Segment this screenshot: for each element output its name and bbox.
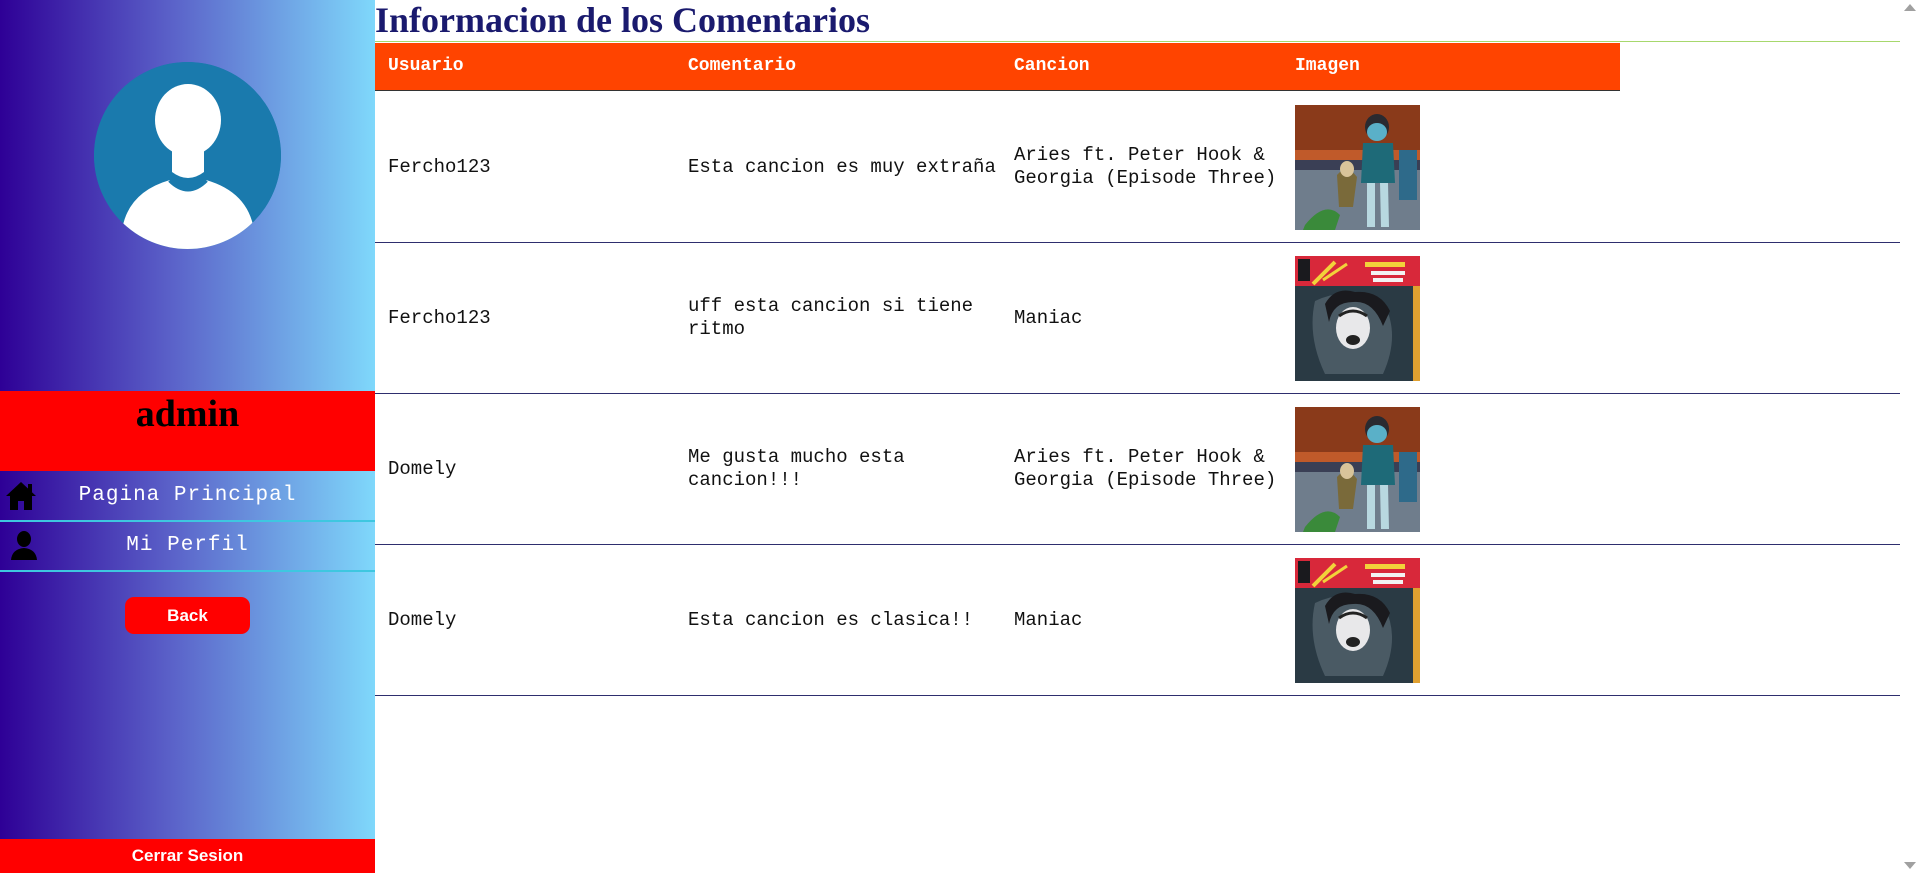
divider [375,41,1900,42]
cell-cancion: Aries ft. Peter Hook & Georgia (Episode … [1014,144,1277,189]
cell-comentario: Esta cancion es muy extraña [688,155,996,178]
username-label: admin [135,393,240,435]
table-row: Fercho123 Esta cancion es muy extraña Ar… [375,92,1900,243]
column-header-comentario: Comentario [688,56,797,76]
gorillaz-cover-image [1295,105,1420,230]
vertical-scrollbar[interactable] [1900,0,1919,873]
home-icon [4,480,38,512]
cell-comentario: Esta cancion es clasica!! [688,608,974,631]
scroll-up-icon[interactable] [1904,4,1916,11]
sidebar: admin Pagina Principal Mi Perfil Back Ce… [0,0,375,873]
table-row: Domely Esta cancion es clasica!! Maniac [375,545,1900,696]
cell-usuario: Fercho123 [388,155,491,178]
cell-comentario: uff esta cancion si tiene ritmo [688,295,974,340]
back-button[interactable]: Back [125,597,250,634]
cell-usuario: Domely [388,457,457,480]
avatar [94,62,281,249]
column-header-usuario: Usuario [388,56,464,76]
user-silhouette-icon [94,62,281,249]
cell-usuario: Fercho123 [388,306,491,329]
page-title: Informacion de los Comentarios [375,0,870,40]
cell-cancion: Aries ft. Peter Hook & Georgia (Episode … [1014,446,1277,491]
main-content: Informacion de los Comentarios Usuario C… [375,0,1900,873]
user-icon [4,530,38,562]
flashdance-maniac-cover-image [1295,256,1420,381]
cell-cancion: Maniac [1014,306,1083,329]
nav-item-label: Pagina Principal [78,484,297,507]
nav-item-label: Mi Perfil [126,534,249,557]
table-row: Domely Me gusta mucho esta cancion!!! Ar… [375,394,1900,545]
user-name-band: admin [0,391,375,471]
flashdance-maniac-cover-image [1295,558,1420,683]
nav-item-mi-perfil[interactable]: Mi Perfil [0,522,375,572]
scroll-down-icon[interactable] [1904,862,1916,869]
cell-usuario: Domely [388,608,457,631]
cell-cancion: Maniac [1014,608,1083,631]
table-row: Fercho123 uff esta cancion si tiene ritm… [375,243,1900,394]
nav-item-pagina-principal[interactable]: Pagina Principal [0,472,375,522]
logout-button[interactable]: Cerrar Sesion [0,839,375,873]
gorillaz-cover-image [1295,407,1420,532]
column-header-cancion: Cancion [1014,56,1090,76]
column-header-imagen: Imagen [1295,56,1360,76]
table-header: Usuario Comentario Cancion Imagen [375,43,1620,91]
cell-comentario: Me gusta mucho esta cancion!!! [688,446,905,491]
